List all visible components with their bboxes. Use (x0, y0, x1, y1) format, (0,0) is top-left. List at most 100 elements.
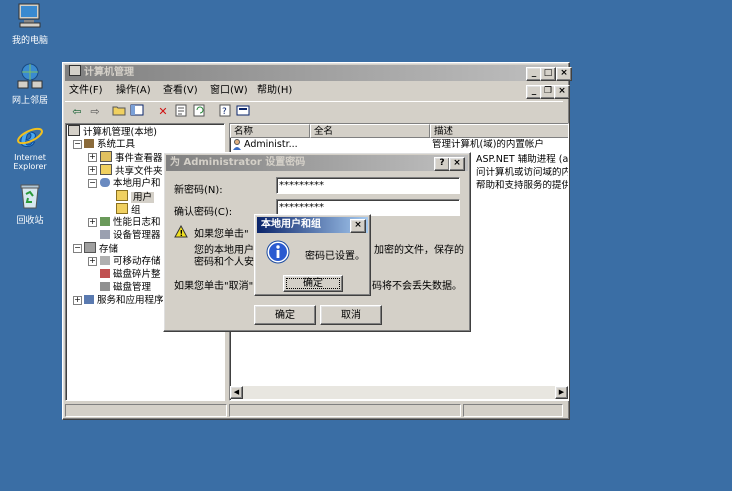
table-cell-description[interactable]: 管理计算机(域)的内置帐户 (432, 139, 568, 151)
warning-text-line3: 密码和个人安 (194, 257, 254, 268)
performance-icon (100, 217, 110, 226)
scroll-right-button[interactable]: ▶ (555, 386, 568, 399)
close-button[interactable]: × (556, 67, 572, 81)
collapse-toggle-icon[interactable]: − (88, 179, 97, 188)
tree-item-groups[interactable]: 组 (116, 203, 141, 216)
tree-item-device-manager[interactable]: 设备管理器 (100, 229, 161, 242)
dialog-title: 为 Administrator 设置密码 (170, 157, 306, 168)
tree-item-storage[interactable]: 存储 (84, 242, 118, 255)
recycle-bin-icon (16, 182, 44, 210)
menu-help[interactable]: 帮助(H) (257, 82, 292, 100)
maximize-button[interactable]: □ (540, 67, 556, 81)
desktop-icon-my-computer[interactable]: 我的电脑 (0, 2, 60, 46)
back-icon[interactable]: ⇦ (69, 104, 85, 120)
info-icon (265, 239, 291, 268)
removable-storage-icon (100, 256, 110, 265)
menu-window[interactable]: 窗口(W) (210, 82, 248, 100)
help-button[interactable]: ? (434, 157, 450, 171)
refresh-icon[interactable] (191, 104, 207, 120)
window-titlebar[interactable]: 计算机管理 _ □ × (65, 65, 572, 81)
folder-icon (116, 203, 128, 214)
desktop-icon-label: Explorer (13, 162, 47, 171)
expand-toggle-icon[interactable]: + (73, 296, 82, 305)
expand-toggle-icon[interactable]: + (88, 166, 97, 175)
expand-toggle-icon[interactable]: + (88, 218, 97, 227)
desktop-icon-label: 网上邻居 (11, 96, 48, 106)
status-bar (65, 404, 563, 417)
status-panel (463, 404, 563, 417)
column-header-fullname[interactable]: 全名 (310, 124, 430, 138)
tree-item-disk-management[interactable]: 磁盘管理 (100, 281, 151, 294)
forward-icon[interactable]: ⇨ (87, 104, 103, 120)
dialog-titlebar[interactable]: 为 Administrator 设置密码 ? × (166, 155, 468, 171)
table-cell-description[interactable]: ASP.NET 辅助进程 (as (476, 154, 568, 166)
table-cell-description[interactable]: 问计算机或访问域的内 (476, 167, 568, 179)
delete-icon[interactable]: ✕ (155, 104, 171, 120)
child-close-button[interactable]: × (554, 85, 570, 99)
dialog-ok-button[interactable]: 确定 (254, 305, 316, 325)
tree-item-defrag[interactable]: 磁盘碎片整 (100, 268, 161, 281)
cancel-note-right: 码将不会丢失数据。 (372, 281, 462, 292)
disk-icon (100, 282, 110, 291)
folder-open-icon (116, 190, 128, 201)
table-cell-description[interactable]: 帮助和支持服务的提供 (476, 180, 568, 192)
status-panel (65, 404, 227, 417)
horizontal-scrollbar[interactable]: ◀ ▶ (230, 386, 568, 399)
tree-item-root[interactable]: 计算机管理(本地) (68, 125, 157, 138)
column-header-description[interactable]: 描述 (430, 124, 568, 138)
collapse-toggle-icon[interactable]: − (73, 244, 82, 253)
up-folder-icon[interactable] (111, 104, 127, 120)
expand-toggle-icon[interactable]: + (88, 153, 97, 162)
tree-item-services[interactable]: 服务和应用程序 (84, 294, 164, 307)
tree-item-perf-logs[interactable]: 性能日志和 (100, 216, 161, 229)
properties-icon[interactable] (173, 104, 189, 120)
desktop-icon-ie[interactable]: e Internet Explorer (0, 122, 60, 172)
expand-toggle-icon[interactable]: + (88, 257, 97, 266)
desktop-icon-label: 回收站 (16, 216, 44, 226)
menu-action[interactable]: 操作(A) (116, 82, 151, 100)
desktop-icon-network[interactable]: 网上邻居 (0, 62, 60, 106)
event-viewer-icon (100, 151, 112, 162)
dialog-cancel-button[interactable]: 取消 (320, 305, 382, 325)
tree-item-system-tools[interactable]: 系统工具 (84, 138, 135, 151)
cancel-note-left: 如果您单击"取消" (174, 281, 254, 292)
desktop-icon-label: Internet (14, 153, 46, 162)
new-password-label: 新密码(N): (174, 185, 223, 196)
tree-item-shared-folders[interactable]: 共享文件夹 (100, 164, 163, 177)
message-ok-button[interactable]: 确定 (283, 275, 343, 292)
tools-icon (84, 139, 94, 148)
svg-text:!: ! (180, 229, 184, 238)
computer-management-icon (68, 125, 80, 136)
menu-bar: 文件(F) 操作(A) 查看(V) 窗口(W) 帮助(H) _ ❐ × (65, 82, 570, 100)
tree-item-users[interactable]: 用户 (116, 190, 155, 203)
tree-item-removable[interactable]: 可移动存储 (100, 255, 161, 268)
computer-icon (16, 2, 44, 30)
svg-text:?: ? (222, 107, 227, 117)
show-tree-icon[interactable] (129, 104, 145, 120)
column-header-name[interactable]: 名称 (230, 124, 310, 138)
device-manager-icon (100, 230, 110, 239)
storage-icon (84, 242, 96, 253)
menu-file[interactable]: 文件(F) (69, 82, 103, 100)
status-panel (229, 404, 461, 417)
svg-text:e: e (20, 123, 37, 150)
message-box-title: 本地用户和组 (261, 219, 321, 230)
desktop-icon-label: 我的电脑 (11, 36, 48, 46)
dialog-close-button[interactable]: × (449, 157, 465, 171)
console-icon[interactable] (235, 104, 251, 120)
message-box-close-button[interactable]: × (350, 219, 366, 233)
help-icon[interactable]: ? (217, 104, 233, 120)
message-box-titlebar[interactable]: 本地用户和组 × (257, 217, 368, 233)
collapse-toggle-icon[interactable]: − (73, 140, 82, 149)
table-cell-name[interactable]: Administr... (244, 139, 308, 151)
scroll-left-button[interactable]: ◀ (230, 386, 243, 399)
internet-explorer-icon: e (16, 122, 44, 154)
tree-item-local-users[interactable]: 本地用户和 (100, 177, 161, 190)
warning-icon: ! (174, 224, 188, 241)
new-password-field[interactable]: ********* (276, 177, 460, 194)
menu-view[interactable]: 查看(V) (163, 82, 198, 100)
shared-folder-icon (100, 164, 112, 175)
tree-item-event-viewer[interactable]: 事件查看器 (100, 151, 163, 164)
desktop-icon-recycle-bin[interactable]: 回收站 (0, 182, 60, 226)
message-box: 本地用户和组 × 密码已设置。 确定 (254, 214, 371, 296)
